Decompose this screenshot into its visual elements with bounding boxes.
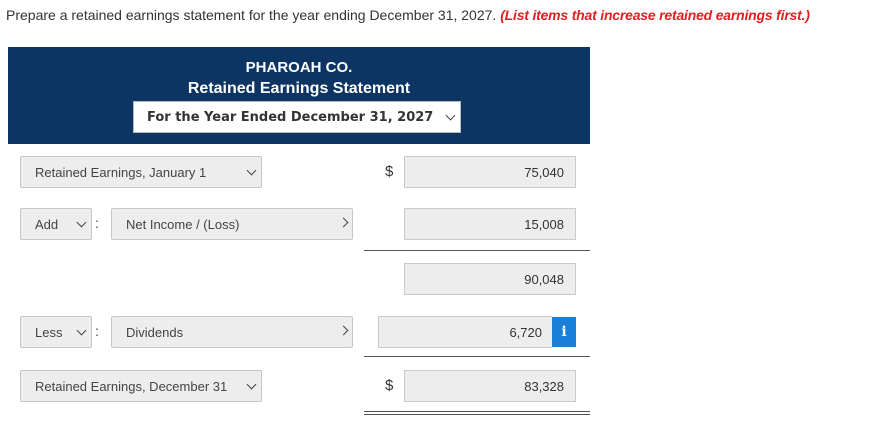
dividends-amount: 6,720	[509, 325, 542, 340]
chevron-down-icon	[445, 110, 456, 121]
chevron-down-icon	[76, 217, 87, 228]
add-item-label: Net Income / (Loss)	[126, 217, 240, 232]
chevron-down-icon	[76, 325, 87, 336]
double-rule-bottom	[364, 414, 590, 415]
add-item-select[interactable]: Net Income / (Loss)	[111, 208, 353, 240]
instruction-text: Prepare a retained earnings statement fo…	[6, 7, 810, 23]
period-select[interactable]: For the Year Ended December 31, 2027	[133, 101, 461, 133]
beginning-balance-amount-input[interactable]: 75,040	[404, 156, 576, 188]
beginning-balance-select[interactable]: Retained Earnings, January 1	[20, 156, 262, 188]
statement-title: Retained Earnings Statement	[187, 80, 411, 97]
company-name: PHAROAH CO.	[245, 59, 353, 76]
separator: :	[95, 215, 99, 231]
ending-balance-amount: 83,328	[524, 379, 564, 394]
beginning-balance-amount: 75,040	[524, 165, 564, 180]
chevron-down-icon	[246, 379, 257, 390]
instruction-emphasis: (List items that increase retained earni…	[500, 7, 810, 23]
net-income-amount-input[interactable]: 15,008	[404, 208, 576, 240]
instruction-main: Prepare a retained earnings statement fo…	[6, 7, 497, 23]
less-item-label: Dividends	[126, 325, 184, 340]
total-rule	[364, 250, 590, 251]
ending-balance-amount-input[interactable]: 83,328	[404, 370, 576, 402]
net-income-amount: 15,008	[524, 217, 564, 232]
info-icon[interactable]: i	[552, 317, 576, 347]
ending-balance-select[interactable]: Retained Earnings, December 31	[20, 370, 262, 402]
less-item-select[interactable]: Dividends	[111, 316, 353, 348]
currency-symbol: $	[385, 163, 394, 180]
subtotal-amount: 90,048	[524, 272, 564, 287]
add-operator-label: Add	[35, 217, 59, 232]
ending-balance-label: Retained Earnings, December 31	[35, 379, 228, 394]
chevron-right-icon	[338, 325, 349, 336]
chevron-down-icon	[246, 165, 257, 176]
less-operator-select[interactable]: Less	[20, 316, 92, 348]
double-rule-top	[364, 411, 590, 412]
add-operator-select[interactable]: Add	[20, 208, 92, 240]
statement-header: PHAROAH CO. Retained Earnings Statement …	[8, 47, 590, 144]
period-select-value: For the Year Ended December 31, 2027	[147, 110, 434, 125]
less-operator-label: Less	[35, 325, 63, 340]
chevron-right-icon	[338, 217, 349, 228]
currency-symbol: $	[385, 377, 394, 394]
subtotal-amount-input[interactable]: 90,048	[404, 263, 576, 295]
total-rule	[364, 356, 590, 357]
separator: :	[95, 323, 99, 339]
dividends-amount-input[interactable]: 6,720	[378, 316, 552, 348]
beginning-balance-label: Retained Earnings, January 1	[35, 165, 207, 180]
